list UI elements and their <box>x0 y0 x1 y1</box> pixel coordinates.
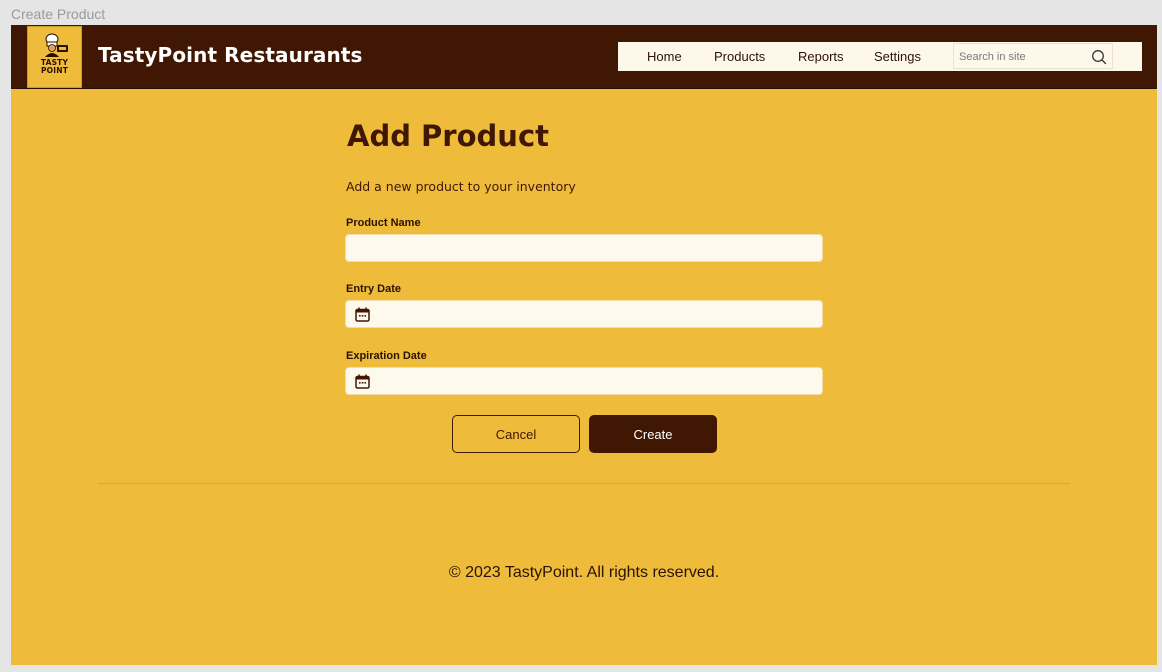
cancel-button[interactable]: Cancel <box>452 415 580 453</box>
logo[interactable]: TASTY POINT <box>27 26 82 88</box>
nav-bar: Home Products Reports Settings <box>618 42 1142 71</box>
logo-text-line2: POINT <box>40 66 69 75</box>
window-title: Create Product <box>11 6 106 22</box>
entry-date-field[interactable] <box>345 300 823 328</box>
expiration-date-input[interactable] <box>378 373 814 391</box>
app-frame: TASTY POINT TastyPoint Restaurants Home … <box>11 25 1157 665</box>
product-name-label: Product Name <box>346 217 421 229</box>
product-name-input[interactable] <box>354 240 814 258</box>
brand-name[interactable]: TastyPoint Restaurants <box>98 43 363 67</box>
search-icon[interactable] <box>1091 49 1107 65</box>
navbar: TASTY POINT TastyPoint Restaurants Home … <box>11 25 1157 89</box>
footer-divider <box>98 483 1070 484</box>
expiration-date-field[interactable] <box>345 367 823 395</box>
nav-item-settings[interactable]: Settings <box>874 49 921 64</box>
entry-date-input[interactable] <box>378 306 814 324</box>
footer-copyright: © 2023 TastyPoint. All rights reserved. <box>448 564 720 581</box>
chef-logo-icon <box>45 33 68 57</box>
entry-date-label: Entry Date <box>346 283 402 295</box>
product-name-field[interactable] <box>345 234 823 262</box>
nav-item-home[interactable]: Home <box>647 49 682 64</box>
nav-item-reports[interactable]: Reports <box>798 49 844 64</box>
create-button[interactable]: Create <box>589 415 717 453</box>
page-subtitle: Add a new product to your inventory <box>346 179 576 194</box>
calendar-icon[interactable] <box>355 374 370 389</box>
page-title: Add Product <box>347 119 549 153</box>
search-box <box>953 43 1113 69</box>
nav-item-products[interactable]: Products <box>714 49 765 64</box>
calendar-icon[interactable] <box>355 307 370 322</box>
search-input[interactable] <box>959 49 1084 65</box>
expiration-date-label: Expiration Date <box>346 350 427 362</box>
